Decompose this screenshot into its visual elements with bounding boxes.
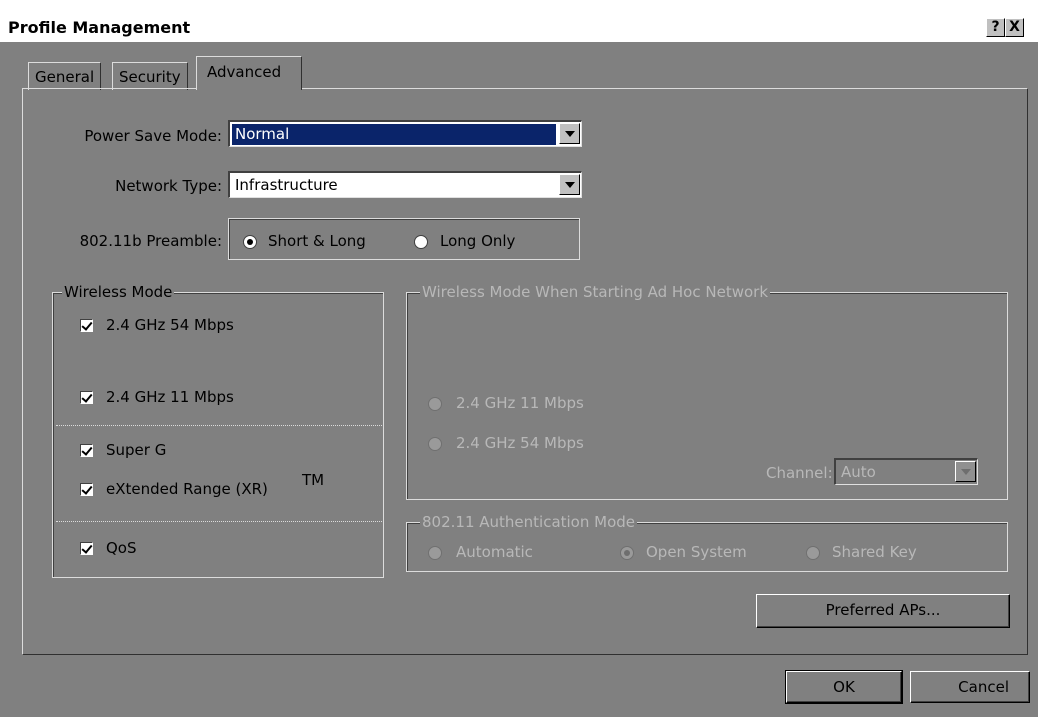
- close-button[interactable]: X: [1005, 18, 1024, 37]
- trademark-mark: TM: [302, 471, 325, 489]
- adhoc-11mbps-label: 2.4 GHz 11 Mbps: [456, 394, 584, 412]
- wireless-mode-legend: Wireless Mode: [62, 283, 175, 301]
- adhoc-mode-legend: Wireless Mode When Starting Ad Hoc Netwo…: [420, 283, 771, 301]
- chevron-down-icon: [955, 461, 976, 482]
- power-save-label: Power Save Mode:: [84, 127, 222, 145]
- power-save-select[interactable]: Normal: [228, 120, 582, 147]
- adhoc-54mbps-radio: [428, 437, 442, 451]
- power-save-value: Normal: [232, 124, 556, 145]
- auth-automatic-radio: [428, 546, 442, 560]
- network-type-select[interactable]: Infrastructure: [228, 171, 582, 198]
- mode-11mbps-checkbox[interactable]: [80, 391, 93, 404]
- qos-checkbox[interactable]: [80, 542, 93, 555]
- network-type-label: Network Type:: [115, 177, 222, 195]
- preamble-long-only-radio[interactable]: [414, 235, 428, 249]
- preamble-long-only-label[interactable]: Long Only: [440, 232, 515, 250]
- qos-label[interactable]: QoS: [106, 539, 137, 557]
- auth-mode-legend: 802.11 Authentication Mode: [420, 513, 638, 531]
- window-title: Profile Management: [8, 18, 191, 37]
- auth-shared-key-radio: [806, 546, 820, 560]
- adhoc-11mbps-radio: [428, 397, 442, 411]
- preamble-label: 802.11b Preamble:: [79, 232, 222, 250]
- mode-54mbps-label[interactable]: 2.4 GHz 54 Mbps: [106, 316, 234, 334]
- xr-label[interactable]: eXtended Range (XR): [106, 480, 268, 498]
- chevron-down-icon[interactable]: [559, 174, 580, 195]
- adhoc-54mbps-label: 2.4 GHz 54 Mbps: [456, 434, 584, 452]
- xr-checkbox[interactable]: [80, 483, 93, 496]
- auth-automatic-label: Automatic: [456, 543, 533, 561]
- cancel-button[interactable]: Cancel: [910, 671, 1030, 703]
- tab-security[interactable]: Security: [112, 62, 188, 90]
- help-button[interactable]: ?: [986, 18, 1005, 37]
- ok-button[interactable]: OK: [785, 670, 903, 704]
- preferred-aps-button[interactable]: Preferred APs...: [756, 594, 1010, 628]
- channel-select: Auto: [834, 458, 978, 485]
- chevron-down-icon[interactable]: [559, 123, 580, 144]
- tab-general[interactable]: General: [28, 62, 102, 90]
- super-g-checkbox[interactable]: [80, 444, 93, 457]
- super-g-label[interactable]: Super G: [106, 441, 166, 459]
- preamble-short-long-label[interactable]: Short & Long: [268, 232, 366, 250]
- mode-54mbps-checkbox[interactable]: [80, 319, 93, 332]
- auth-open-system-radio: [620, 546, 634, 560]
- separator: [56, 425, 382, 426]
- channel-value: Auto: [841, 463, 876, 481]
- mode-11mbps-label[interactable]: 2.4 GHz 11 Mbps: [106, 388, 234, 406]
- network-type-value: Infrastructure: [235, 176, 338, 194]
- preamble-short-long-radio[interactable]: [243, 235, 257, 249]
- channel-label: Channel:: [766, 464, 833, 482]
- auth-open-system-label: Open System: [646, 543, 747, 561]
- auth-shared-key-label: Shared Key: [832, 543, 917, 561]
- separator: [56, 521, 382, 522]
- tab-advanced[interactable]: Advanced: [196, 56, 302, 90]
- wireless-mode-group: [52, 292, 384, 578]
